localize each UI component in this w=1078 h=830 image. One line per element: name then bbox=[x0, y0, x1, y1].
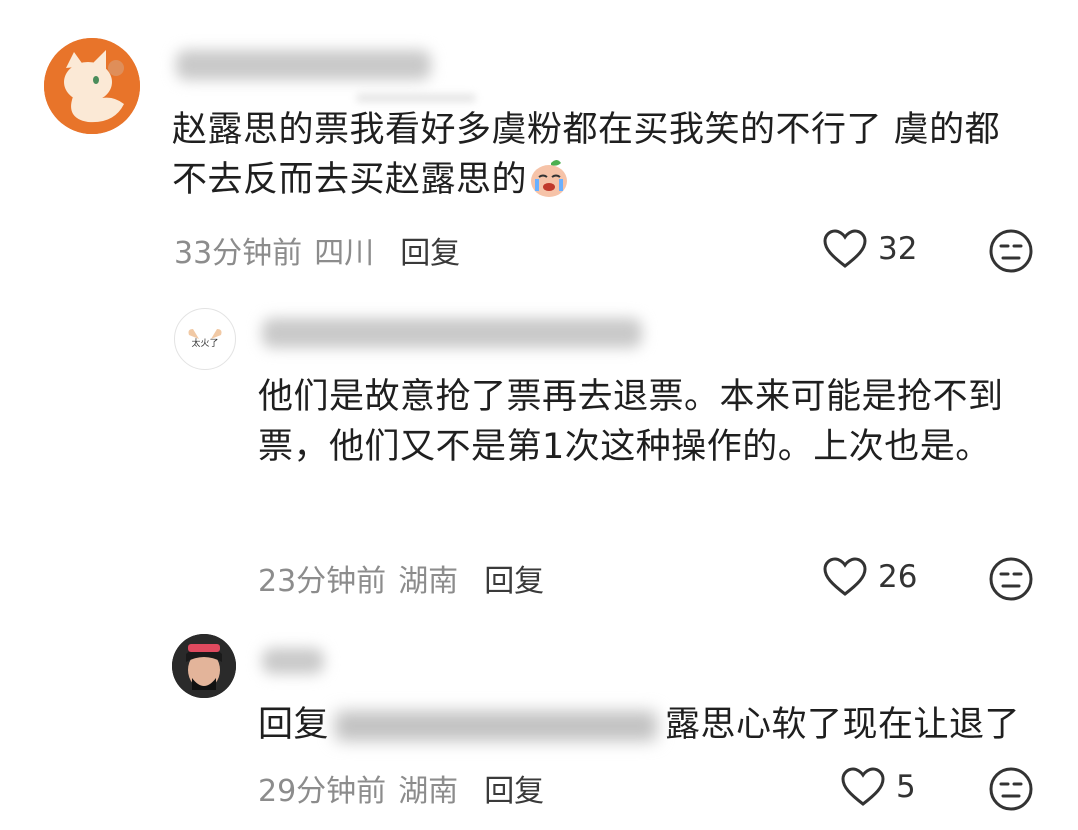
username-blurred[interactable] bbox=[262, 318, 642, 348]
heart-outline-icon bbox=[823, 229, 867, 268]
location: 四川 bbox=[314, 236, 375, 271]
like-count: 32 bbox=[878, 231, 918, 267]
dislike-button[interactable] bbox=[988, 766, 1034, 812]
reply-button[interactable]: 回复 bbox=[484, 564, 544, 599]
reply-prefix: 回复 bbox=[258, 705, 330, 745]
comment-meta: 33分钟前 四川 回复 bbox=[174, 228, 460, 272]
like-count: 5 bbox=[896, 769, 916, 805]
avatar[interactable]: 太火了 bbox=[174, 308, 236, 370]
username-blurred[interactable] bbox=[176, 50, 431, 80]
cat-avatar-icon bbox=[44, 38, 140, 134]
timestamp: 23分钟前 bbox=[258, 564, 387, 599]
heart-outline-icon bbox=[841, 767, 885, 806]
avatar[interactable] bbox=[44, 38, 140, 134]
location: 湖南 bbox=[398, 774, 459, 809]
avatar[interactable] bbox=[172, 634, 236, 698]
neutral-face-icon bbox=[989, 229, 1033, 273]
like-button[interactable]: 26 bbox=[822, 556, 917, 598]
username-blurred[interactable] bbox=[262, 648, 324, 674]
comment-meta: 23分钟前 湖南 回复 bbox=[258, 556, 544, 600]
neutral-face-icon bbox=[989, 557, 1033, 601]
reply-button[interactable]: 回复 bbox=[484, 774, 544, 809]
like-button[interactable]: 5 bbox=[840, 766, 916, 808]
person-avatar-icon bbox=[172, 634, 236, 698]
crying-laughing-peach-emoji-icon bbox=[527, 155, 571, 199]
comment-text: 回复 露思心软了现在让退了 bbox=[258, 705, 1021, 745]
dislike-button[interactable] bbox=[988, 228, 1034, 274]
timestamp: 29分钟前 bbox=[258, 774, 387, 809]
timestamp: 33分钟前 bbox=[174, 236, 303, 271]
heart-outline-icon bbox=[823, 557, 867, 596]
location: 湖南 bbox=[398, 564, 459, 599]
avatar-text: 太火了 bbox=[191, 337, 218, 349]
comment-meta: 29分钟前 湖南 回复 bbox=[258, 766, 544, 810]
like-count: 26 bbox=[878, 559, 918, 595]
reply-button[interactable]: 回复 bbox=[400, 236, 460, 271]
hands-heart-avatar-icon: 太火了 bbox=[188, 329, 222, 349]
neutral-face-icon bbox=[989, 767, 1033, 811]
mentioned-text-blurred bbox=[335, 711, 658, 741]
comment-text: 他们是故意抢了票再去退票。本来可能是抢不到票，他们又不是第1次这种操作的。上次也… bbox=[258, 377, 1004, 467]
like-button[interactable]: 32 bbox=[822, 228, 917, 270]
blur-artifact bbox=[356, 94, 476, 102]
comment-text: 赵露思的票我看好多虞粉都在买我笑的不行了 虞的都不去反而去买赵露思的 bbox=[172, 110, 1001, 200]
dislike-button[interactable] bbox=[988, 556, 1034, 602]
